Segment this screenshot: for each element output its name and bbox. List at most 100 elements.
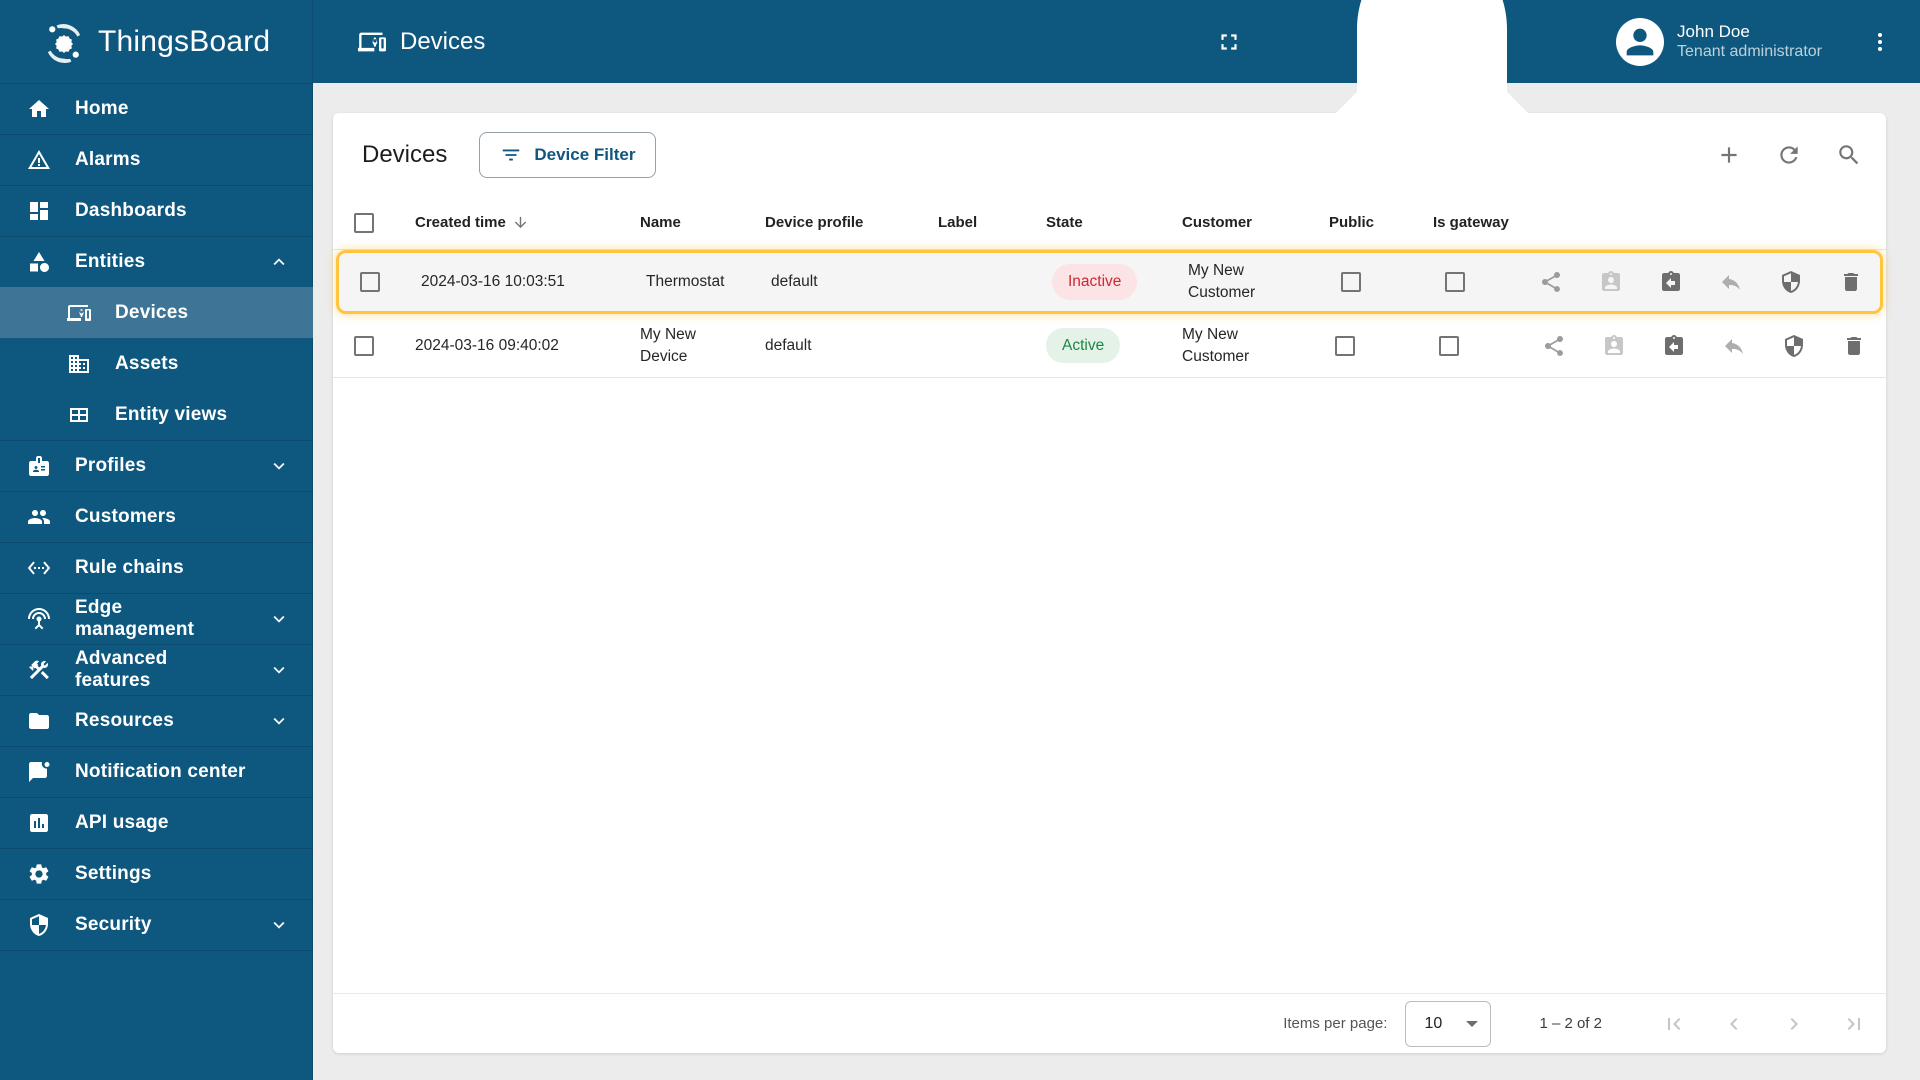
page-size-select[interactable]: 10 bbox=[1405, 1000, 1492, 1047]
sidebar-item-notification-center[interactable]: Notification center bbox=[0, 746, 313, 797]
user-role: Tenant administrator bbox=[1677, 43, 1822, 61]
sidebar-item-rule-chains[interactable]: Rule chains bbox=[0, 542, 313, 593]
sidebar-item-home[interactable]: Home bbox=[0, 83, 313, 134]
column-header-public[interactable]: Public bbox=[1309, 214, 1413, 231]
home-icon bbox=[27, 97, 51, 121]
public-checkbox[interactable] bbox=[1335, 335, 1355, 356]
customer-cell: My New Customer bbox=[1182, 325, 1250, 365]
chevron-down-icon bbox=[267, 608, 291, 630]
previous-page-icon[interactable] bbox=[1722, 1012, 1746, 1036]
select-all-checkbox[interactable] bbox=[354, 212, 374, 233]
copy-device-id-icon[interactable] bbox=[1662, 334, 1686, 358]
notification-center-icon bbox=[27, 760, 51, 784]
name-cell: Thermostat bbox=[646, 273, 725, 291]
manage-credentials-icon[interactable] bbox=[1779, 270, 1803, 294]
sidebar-item-assets[interactable]: Assets bbox=[0, 338, 313, 389]
column-header-customer[interactable]: Customer bbox=[1162, 214, 1309, 231]
table-row[interactable]: 2024-03-16 09:40:02 My New Device defaul… bbox=[333, 314, 1886, 378]
customers-icon bbox=[27, 505, 51, 529]
sidebar-item-api-usage[interactable]: API usage bbox=[0, 797, 313, 848]
profiles-icon bbox=[27, 454, 51, 478]
bell-icon bbox=[1282, 0, 1582, 192]
copy-device-id-icon[interactable] bbox=[1659, 270, 1683, 294]
warning-icon bbox=[27, 148, 51, 172]
sidebar-item-customers[interactable]: Customers bbox=[0, 491, 313, 542]
app-title: ThingsBoard bbox=[98, 24, 271, 58]
created-time-cell: 2024-03-16 10:03:51 bbox=[421, 273, 565, 291]
refresh-icon[interactable] bbox=[1776, 142, 1802, 168]
sidebar-item-settings[interactable]: Settings bbox=[0, 848, 313, 899]
make-public-icon[interactable] bbox=[1539, 270, 1563, 294]
sidebar-item-entities[interactable]: Entities bbox=[0, 236, 313, 287]
is-gateway-checkbox[interactable] bbox=[1439, 335, 1459, 356]
more-vert-icon[interactable] bbox=[1868, 30, 1892, 54]
device-filter-button[interactable]: Device Filter bbox=[479, 131, 657, 178]
advanced-features-icon bbox=[27, 658, 51, 682]
sidebar-filler bbox=[0, 950, 313, 951]
add-device-icon[interactable] bbox=[1716, 142, 1742, 168]
sidebar: ThingsBoard Home Alarms Dashboards Entit… bbox=[0, 0, 313, 1080]
sidebar-item-edge-management[interactable]: Edge management bbox=[0, 593, 313, 644]
row-checkbox[interactable] bbox=[360, 272, 380, 292]
assign-to-customer-icon[interactable] bbox=[1599, 270, 1623, 294]
delete-icon[interactable] bbox=[1842, 334, 1866, 358]
column-header-device-profile[interactable]: Device profile bbox=[745, 214, 918, 231]
sidebar-item-profiles[interactable]: Profiles bbox=[0, 440, 313, 491]
edge-management-icon bbox=[27, 607, 51, 631]
row-checkbox[interactable] bbox=[354, 335, 374, 356]
sidebar-item-entity-views[interactable]: Entity views bbox=[0, 389, 313, 440]
device-profile-cell: default bbox=[765, 336, 812, 354]
sidebar-nav: Home Alarms Dashboards Entities Devices bbox=[0, 83, 313, 951]
column-header-name[interactable]: Name bbox=[620, 214, 745, 231]
fullscreen-icon[interactable] bbox=[1216, 29, 1242, 55]
assign-to-customer-icon[interactable] bbox=[1602, 334, 1626, 358]
chevron-down-icon bbox=[267, 659, 291, 681]
sidebar-item-devices[interactable]: Devices bbox=[0, 287, 313, 338]
devices-icon bbox=[358, 28, 386, 56]
name-cell: My New Device bbox=[640, 325, 696, 365]
rule-chains-icon bbox=[27, 556, 51, 580]
card-header: Devices Device Filter bbox=[333, 113, 1886, 196]
column-header-created-time[interactable]: Created time bbox=[395, 214, 620, 231]
last-page-icon[interactable] bbox=[1842, 1012, 1866, 1036]
column-header-label[interactable]: Label bbox=[918, 214, 1026, 231]
paginator-range: 1 – 2 of 2 bbox=[1539, 1015, 1602, 1032]
next-page-icon[interactable] bbox=[1782, 1012, 1806, 1036]
manage-credentials-icon[interactable] bbox=[1782, 334, 1806, 358]
search-icon[interactable] bbox=[1836, 142, 1862, 168]
avatar[interactable] bbox=[1616, 17, 1665, 66]
unassign-icon[interactable] bbox=[1722, 334, 1746, 358]
entities-icon bbox=[27, 250, 51, 274]
caret-down-icon bbox=[1466, 1020, 1479, 1027]
devices-icon bbox=[67, 301, 91, 325]
delete-icon[interactable] bbox=[1839, 270, 1863, 294]
sidebar-item-security[interactable]: Security bbox=[0, 899, 313, 950]
table-row[interactable]: 2024-03-16 10:03:51 Thermostat default I… bbox=[336, 250, 1883, 314]
make-public-icon[interactable] bbox=[1542, 334, 1566, 358]
devices-card: Devices Device Filter Created time Name … bbox=[333, 113, 1886, 1053]
person-icon bbox=[1626, 28, 1654, 55]
sort-desc-icon bbox=[512, 214, 529, 231]
is-gateway-checkbox[interactable] bbox=[1445, 272, 1465, 292]
sidebar-item-dashboards[interactable]: Dashboards bbox=[0, 185, 313, 236]
sidebar-item-alarms[interactable]: Alarms bbox=[0, 134, 313, 185]
notifications-button[interactable]: 1 bbox=[1282, 0, 1582, 192]
thingsboard-logo[interactable]: ThingsBoard bbox=[0, 0, 313, 83]
column-header-state[interactable]: State bbox=[1026, 214, 1162, 231]
pager-controls bbox=[1662, 1012, 1866, 1036]
page-size-value: 10 bbox=[1424, 1014, 1443, 1032]
customer-cell: My New Customer bbox=[1188, 262, 1256, 301]
device-profile-cell: default bbox=[771, 273, 818, 291]
sidebar-item-advanced-features[interactable]: Advanced features bbox=[0, 644, 313, 695]
first-page-icon[interactable] bbox=[1662, 1012, 1686, 1036]
filter-icon bbox=[500, 144, 522, 166]
unassign-icon[interactable] bbox=[1719, 270, 1743, 294]
page-content: Devices Device Filter Created time Name … bbox=[313, 83, 1920, 1080]
sidebar-item-resources[interactable]: Resources bbox=[0, 695, 313, 746]
user-name: John Doe bbox=[1677, 21, 1750, 41]
public-checkbox[interactable] bbox=[1341, 272, 1361, 292]
breadcrumb-label: Devices bbox=[400, 27, 486, 55]
column-header-is-gateway[interactable]: Is gateway bbox=[1413, 214, 1533, 231]
paginator: Items per page: 10 1 – 2 of 2 bbox=[333, 993, 1886, 1053]
thingsboard-logo-icon bbox=[47, 23, 81, 63]
